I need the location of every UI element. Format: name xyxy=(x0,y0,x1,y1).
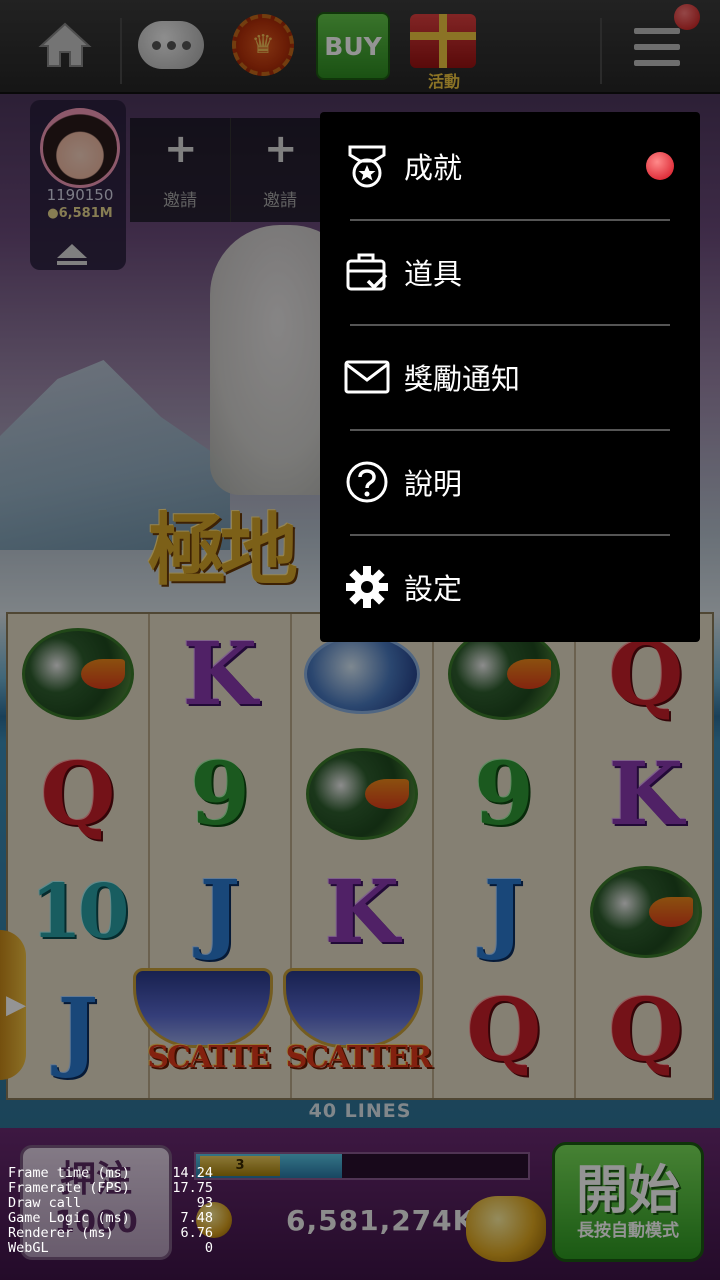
menu-label: 說明 xyxy=(404,467,463,501)
stat-row: Renderer (ms) 6.76 xyxy=(8,1226,213,1241)
menu-item-achievements[interactable]: 成就 xyxy=(320,114,700,218)
stat-row: Framerate (FPS) 17.75 xyxy=(8,1181,213,1196)
menu-item-settings[interactable]: 設定 xyxy=(320,535,700,639)
stat-label: Frame time (ms) xyxy=(8,1165,130,1181)
debug-stats: Frame time (ms) 14.24 Framerate (FPS) 17.75… xyxy=(8,1166,213,1256)
medal-icon xyxy=(344,143,390,189)
alert-dot xyxy=(646,152,674,180)
dropdown-menu: 成就 道具 獎勵通知 說明 設定 xyxy=(320,112,700,642)
stat-label: Renderer (ms) xyxy=(8,1225,114,1241)
menu-label: 道具 xyxy=(404,257,463,291)
stat-row: Frame time (ms) 14.24 xyxy=(8,1166,213,1181)
stat-row: Draw call 93 xyxy=(8,1196,213,1211)
stat-label: Game Logic (ms) xyxy=(8,1210,130,1226)
mail-icon xyxy=(344,354,390,400)
help-icon xyxy=(344,459,390,505)
menu-label: 成就 xyxy=(404,151,463,185)
stat-row: WebGL 0 xyxy=(8,1241,213,1256)
briefcase-icon xyxy=(344,249,390,295)
menu-item-items[interactable]: 道具 xyxy=(320,220,700,324)
stat-label: Framerate (FPS) xyxy=(8,1180,130,1196)
gear-icon xyxy=(344,564,390,610)
stat-value: 17.75 xyxy=(172,1180,213,1196)
stat-label: Draw call xyxy=(8,1195,82,1211)
stat-value: 7.48 xyxy=(180,1210,213,1226)
menu-label: 設定 xyxy=(404,572,463,606)
menu-item-help[interactable]: 說明 xyxy=(320,430,700,534)
stat-row: Game Logic (ms) 7.48 xyxy=(8,1211,213,1226)
menu-item-reward-notice[interactable]: 獎勵通知 xyxy=(320,325,700,429)
stat-value: 93 xyxy=(196,1195,213,1211)
stat-value: 14.24 xyxy=(172,1165,213,1181)
stat-value: 6.76 xyxy=(180,1225,213,1241)
stat-value: 0 xyxy=(204,1240,213,1256)
menu-label: 獎勵通知 xyxy=(404,362,521,396)
stat-label: WebGL xyxy=(8,1240,49,1256)
